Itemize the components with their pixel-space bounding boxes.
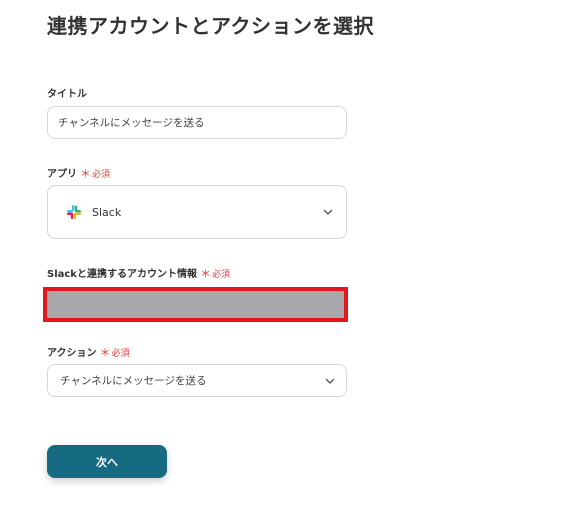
action-label-text: アクション [47,348,97,359]
action-field-label: アクション ＊必須 [47,344,130,360]
title-label-text: タイトル [47,89,87,100]
required-text: 必須 [92,170,111,180]
app-select-value: Slack [92,205,122,219]
app-field-label: アプリ ＊必須 [47,165,110,181]
chevron-down-icon [323,209,333,215]
required-indicator: ＊必須 [199,267,230,280]
required-star: ＊ [99,346,111,359]
required-star: ＊ [80,167,91,180]
app-select[interactable]: Slack [47,185,347,239]
required-indicator: ＊必須 [99,346,130,359]
title-field-label: タイトル [47,85,87,100]
required-text: 必須 [111,349,130,359]
title-input[interactable] [47,106,347,139]
page: 連携アカウントとアクションを選択 タイトル アプリ＊必須 Slack Slack… [0,0,570,511]
required-text: 必須 [211,270,230,280]
account-select-redacted[interactable] [43,287,348,322]
account-label-text: Slackと連携するアカウント情報 [47,269,197,280]
app-label-text: アプリ [47,169,77,180]
account-field-label: Slackと連携するアカウント情報 ＊必須 [47,265,230,281]
action-select-value: チャンネルにメッセージを送る [60,375,207,387]
slack-logo-icon [67,205,81,220]
next-button[interactable]: 次へ [47,445,167,478]
action-select[interactable]: チャンネルにメッセージを送る [47,364,347,397]
required-star: ＊ [199,267,211,280]
chevron-down-icon [325,378,335,384]
required-indicator: ＊必須 [80,167,111,180]
page-title: 連携アカウントとアクションを選択 [47,14,374,38]
